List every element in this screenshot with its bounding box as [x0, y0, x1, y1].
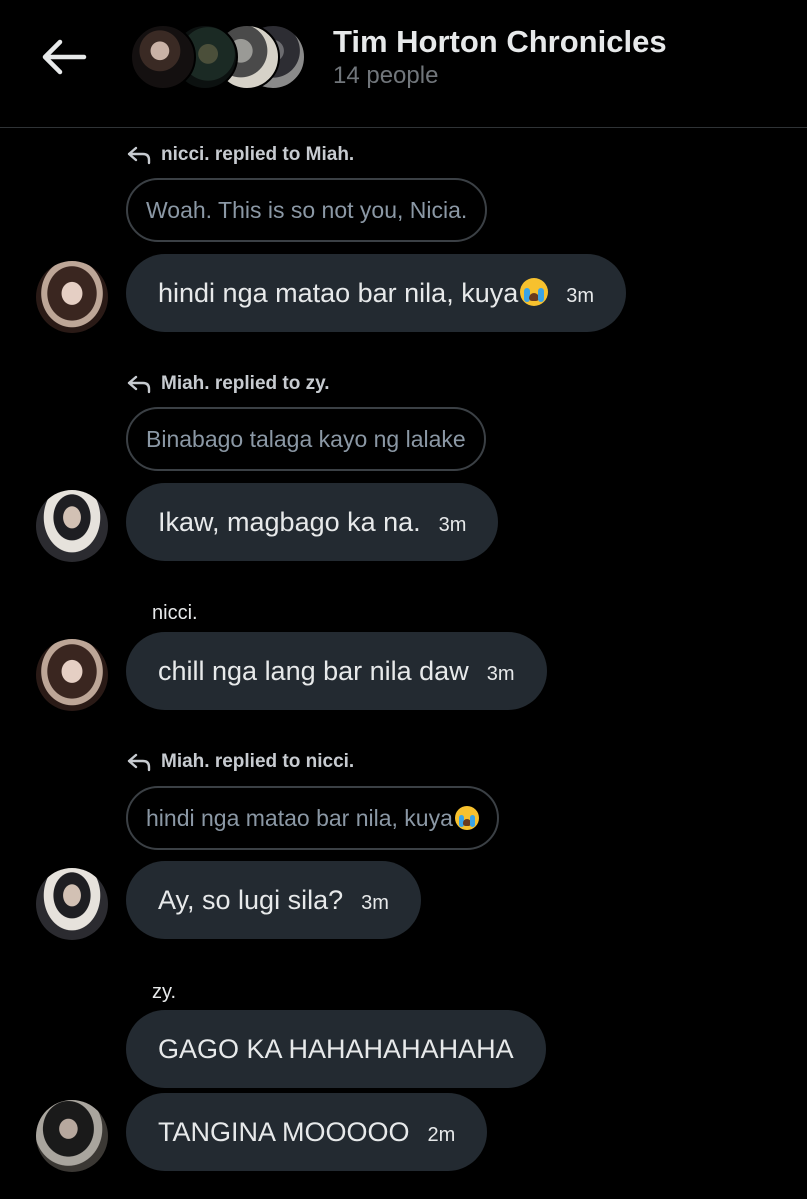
message-bubble[interactable]: hindi nga matao bar nila, kuya 3m — [126, 254, 627, 332]
reply-context: Miah. replied to nicci. — [126, 750, 354, 774]
quoted-message-text: Binabago talaga kayo ng lalake — [146, 425, 466, 452]
back-arrow-icon[interactable] — [38, 36, 88, 78]
avatar-zy[interactable] — [36, 1100, 108, 1172]
reply-icon — [127, 146, 151, 165]
avatar-miah[interactable] — [36, 490, 108, 562]
message-text: GAGO KA HAHAHAHAHAHA — [158, 1033, 514, 1064]
reply-icon — [127, 753, 151, 772]
loudly-crying-face-icon — [454, 805, 479, 830]
sender-name: nicci. — [152, 602, 198, 624]
group-member-avatar — [130, 24, 196, 90]
member-count: 14 people — [333, 62, 439, 89]
message-time: 3m — [566, 284, 595, 307]
message-time: 3m — [486, 662, 515, 685]
quoted-message[interactable]: Binabago talaga kayo ng lalake — [126, 407, 486, 471]
message-time: 2m — [427, 1123, 456, 1146]
reply-context-label: Miah. replied to zy. — [161, 373, 330, 394]
reply-context: nicci. replied to Miah. — [126, 143, 354, 167]
message-bubble[interactable]: TANGINA MOOOOO 2m — [126, 1093, 488, 1171]
reply-context: Miah. replied to zy. — [126, 372, 330, 396]
message-bubble[interactable]: chill nga lang bar nila daw 3m — [126, 632, 547, 710]
conversation-header: Tim Horton Chronicles 14 people — [0, 0, 807, 128]
avatar-nicci[interactable] — [36, 261, 108, 333]
group-title[interactable]: Tim Horton Chronicles — [333, 24, 667, 60]
quoted-message-text: Woah. This is so not you, Nicia. — [146, 196, 468, 223]
message-bubble[interactable]: GAGO KA HAHAHAHAHAHA — [126, 1010, 546, 1088]
message-bubble[interactable]: Ikaw, magbago ka na. 3m — [126, 483, 499, 561]
reply-context-label: Miah. replied to nicci. — [161, 751, 355, 772]
message-text: hindi nga matao bar nila, kuya — [158, 277, 549, 309]
quoted-message-text: hindi nga matao bar nila, kuya — [146, 805, 479, 832]
message-text: Ikaw, magbago ka na. — [158, 506, 421, 537]
loudly-crying-face-icon — [520, 277, 549, 306]
sender-name: zy. — [152, 981, 177, 1003]
message-bubble[interactable]: Ay, so lugi sila? 3m — [126, 861, 421, 939]
avatar-nicci[interactable] — [36, 639, 108, 711]
reply-context-label: nicci. replied to Miah. — [161, 144, 355, 165]
message-text: Ay, so lugi sila? — [158, 884, 344, 915]
back-button[interactable] — [38, 36, 88, 78]
message-text: TANGINA MOOOOO — [158, 1116, 410, 1147]
message-text: chill nga lang bar nila daw — [158, 655, 469, 686]
message-time: 3m — [438, 513, 467, 536]
message-time: 3m — [361, 891, 389, 914]
reply-icon — [127, 375, 151, 394]
group-avatar-stack[interactable] — [130, 24, 306, 90]
quoted-message[interactable]: Woah. This is so not you, Nicia. — [126, 178, 488, 242]
quoted-message[interactable]: hindi nga matao bar nila, kuya — [126, 786, 499, 850]
avatar-miah[interactable] — [36, 868, 108, 940]
